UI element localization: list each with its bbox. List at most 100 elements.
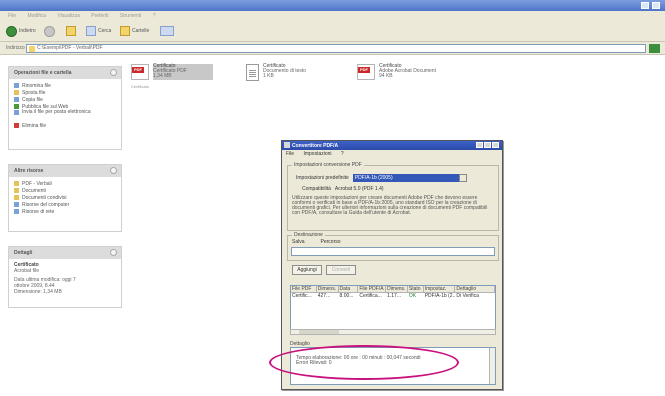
other-places-header[interactable]: Altre risorse: [9, 165, 121, 177]
column-header[interactable]: Dettaglio: [455, 286, 495, 292]
path-label: Percorso: [320, 239, 341, 245]
menu-file[interactable]: File: [8, 13, 16, 19]
network-icon: [14, 209, 19, 214]
chevron-up-icon[interactable]: [110, 249, 117, 256]
log-scrollbar[interactable]: [489, 348, 495, 384]
dialog-maximize-button[interactable]: [484, 142, 491, 148]
file-tasks-pane: Operazioni file e cartella Rinomina file…: [8, 66, 122, 150]
file-item[interactable]: PDF Certificato Adobe Acrobat Document 9…: [357, 64, 439, 80]
column-header[interactable]: Dimens.: [317, 286, 339, 292]
address-field[interactable]: C:\Esempi\PDF - Verbali\PDF: [26, 44, 646, 53]
details-header[interactable]: Dettagli: [9, 247, 121, 259]
file-list[interactable]: File PDF Dimens. Data File PDF/A Dimens.…: [290, 285, 496, 335]
details-size: Dimensione: 1,34 MB: [14, 289, 62, 295]
views-icon: [160, 26, 174, 36]
task-copy[interactable]: Copia file: [14, 96, 116, 103]
file-list-scrollbar[interactable]: [290, 329, 496, 335]
menu-tools[interactable]: Strumenti: [120, 13, 141, 19]
add-button[interactable]: Aggiungi: [292, 265, 322, 275]
scroll-thumb[interactable]: [299, 330, 339, 334]
folder-icon: [29, 46, 35, 52]
destination-path-input[interactable]: [291, 247, 495, 256]
place-label: PDF - Verbali: [22, 180, 52, 187]
column-header[interactable]: File PDF: [291, 286, 317, 292]
dialog-minimize-button[interactable]: [476, 142, 483, 148]
rename-icon: [14, 83, 19, 88]
menu-help[interactable]: ?: [153, 13, 156, 19]
task-delete[interactable]: Elimina file: [14, 122, 116, 129]
task-move[interactable]: Sposta file: [14, 89, 116, 96]
search-icon: [86, 26, 96, 36]
column-header[interactable]: Dimens.: [386, 286, 408, 292]
text-file-icon: [246, 64, 259, 81]
window-titlebar: [0, 0, 665, 11]
compat-row: Compatibilità Acrobat 5.0 (PDF 1.4): [302, 186, 384, 192]
chevron-down-icon[interactable]: [458, 174, 467, 182]
place-my-computer[interactable]: Risorse del computer: [14, 201, 116, 208]
task-label: Rinomina file: [22, 82, 51, 89]
folders-icon: [120, 26, 130, 36]
place-shared-documents[interactable]: Documenti condivisi: [14, 194, 116, 201]
file-item[interactable]: Certificato Documento di testo 1 KB: [246, 64, 323, 81]
app-icon: [284, 142, 290, 148]
place-documents[interactable]: Documenti: [14, 187, 116, 194]
column-header[interactable]: Stato: [408, 286, 424, 292]
views-button[interactable]: [160, 25, 174, 37]
chevron-up-icon[interactable]: [110, 167, 117, 174]
profile-description: Utilizzare queste impostazioni per crear…: [292, 195, 488, 216]
details-title: Dettagli: [14, 250, 33, 256]
other-places-pane: Altre risorse PDF - Verbali Documenti Do…: [8, 164, 122, 232]
place-network[interactable]: Risorse di rete: [14, 208, 116, 215]
table-row[interactable]: Certific... 427... 8.00... Certifica... …: [291, 293, 495, 300]
up-folder-button[interactable]: [66, 25, 76, 37]
file-tasks-header[interactable]: Operazioni file e cartella: [9, 67, 121, 79]
column-header[interactable]: File PDF/A: [358, 286, 387, 292]
menu-favorites[interactable]: Preferiti: [91, 13, 108, 19]
folder-icon: [14, 195, 19, 200]
back-label: Indietro: [19, 28, 36, 34]
chevron-up-icon[interactable]: [110, 69, 117, 76]
place-pdf-verbali[interactable]: PDF - Verbali: [14, 180, 116, 187]
dialog-menu-help[interactable]: ?: [341, 151, 344, 157]
column-header[interactable]: Data: [339, 286, 359, 292]
file-meta: Certificato Certificato PDF 1,34 MB: [153, 64, 213, 80]
maximize-button[interactable]: [652, 2, 660, 9]
task-email[interactable]: Invia il file per posta elettronica: [14, 110, 116, 122]
go-button[interactable]: [649, 44, 660, 53]
delete-icon: [14, 123, 19, 128]
address-bar: Indirizzo C:\Esempi\PDF - Verbali\PDF: [0, 42, 665, 55]
computer-icon: [14, 202, 19, 207]
profile-select[interactable]: PDF/A-1b (2005): [352, 174, 467, 182]
task-rename[interactable]: Rinomina file: [14, 82, 116, 89]
column-header[interactable]: Impostaz.: [424, 286, 456, 292]
file-item[interactable]: PDF Certificato Certificato PDF 1,34 MB: [131, 64, 213, 80]
table-cell: 1.17...: [387, 293, 401, 299]
profile-row: Impostazioni predefinite PDF/A-1b (2005): [296, 174, 467, 182]
dialog-menu-settings[interactable]: Impostazioni: [303, 151, 331, 157]
forward-button[interactable]: [44, 25, 55, 37]
dialog-titlebar[interactable]: Convertitore PDF/A: [282, 141, 502, 150]
profile-label: Impostazioni predefinite: [296, 175, 349, 181]
details-file-type: Acrobat file: [14, 268, 40, 274]
table-cell: 427...: [317, 293, 331, 299]
destination-labels: Salva Percorso: [292, 239, 341, 245]
folder-icon: [14, 181, 19, 186]
menu-edit[interactable]: Modifica: [27, 13, 46, 19]
task-label: Copia file: [22, 96, 43, 103]
address-value: C:\Esempi\PDF - Verbali\PDF: [37, 45, 103, 51]
menu-view[interactable]: Visualizza: [57, 13, 79, 19]
destination-group-title: Destinazione: [292, 232, 325, 238]
pdf-file-icon: PDF: [131, 64, 149, 80]
minimize-button[interactable]: [641, 2, 649, 9]
back-button[interactable]: Indietro: [6, 25, 36, 37]
file-size: 1 KB: [263, 73, 274, 79]
file-size: 1,34 MB: [153, 73, 172, 79]
task-label: Invia il file per posta elettronica: [22, 109, 91, 115]
folders-button[interactable]: Cartelle: [120, 25, 149, 37]
dialog-menu-file[interactable]: File: [286, 151, 294, 157]
convert-button[interactable]: Converti: [326, 265, 356, 275]
dialog-close-button[interactable]: [492, 142, 499, 148]
search-label: Cerca: [98, 28, 112, 34]
table-cell: Certific...: [292, 293, 312, 299]
search-button[interactable]: Cerca: [86, 25, 111, 37]
